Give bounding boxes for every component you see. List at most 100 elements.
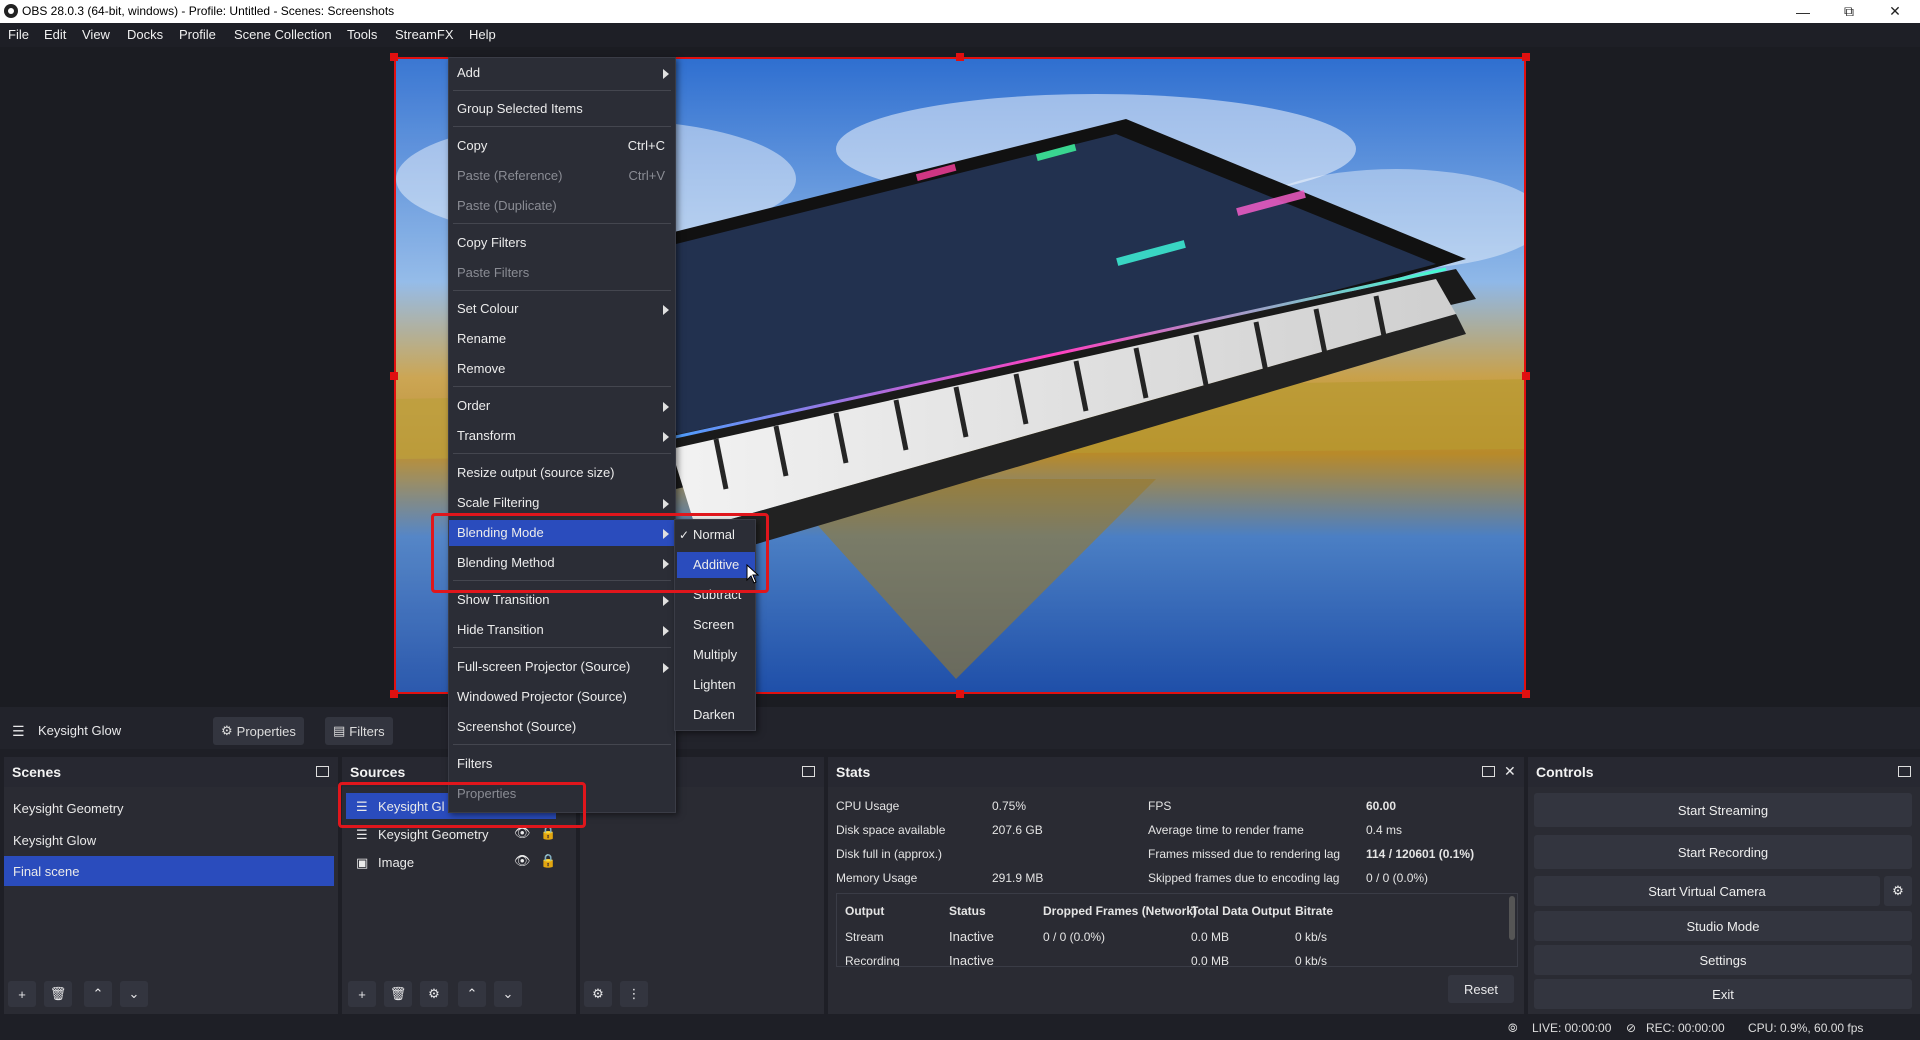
filters-button[interactable]: ▤ Filters xyxy=(325,717,393,745)
image-icon: ▣ xyxy=(356,855,369,870)
blend-option-screen[interactable]: Screen xyxy=(675,612,755,638)
menu-item-add[interactable]: Add xyxy=(449,60,675,86)
stat-value: 207.6 GB xyxy=(992,823,1043,837)
chevron-down-icon: ⌄ xyxy=(502,986,514,1001)
resize-handle[interactable] xyxy=(956,690,964,698)
resize-handle[interactable] xyxy=(1522,372,1530,380)
menu-profile[interactable]: Profile xyxy=(179,27,216,42)
start-recording-button[interactable]: Start Recording xyxy=(1534,835,1912,869)
properties-button[interactable]: ⚙ Properties xyxy=(213,717,304,745)
resize-handle[interactable] xyxy=(956,53,964,61)
table-cell: Inactive xyxy=(949,929,994,944)
settings-button[interactable]: Settings xyxy=(1534,945,1912,975)
start-streaming-button[interactable]: Start Streaming xyxy=(1534,793,1912,827)
menu-item-copy-filters[interactable]: Copy Filters xyxy=(449,230,675,256)
menu-view[interactable]: View xyxy=(82,27,110,42)
stats-title: Stats xyxy=(836,764,871,780)
blend-option-multiply[interactable]: Multiply xyxy=(675,642,755,668)
menu-file[interactable]: File xyxy=(8,27,29,42)
rec-time: REC: 00:00:00 xyxy=(1646,1021,1725,1035)
menu-item-remove[interactable]: Remove xyxy=(449,356,675,382)
menu-item-paste-filters[interactable]: Paste Filters xyxy=(449,260,675,286)
add-scene-button[interactable]: + xyxy=(8,981,36,1007)
menu-separator xyxy=(453,647,671,648)
close-window-button[interactable]: ✕ xyxy=(1872,0,1918,23)
live-time: LIVE: 00:00:00 xyxy=(1532,1021,1612,1035)
source-item[interactable]: ▣ Image 👁 🔒 xyxy=(346,849,556,875)
table-header: Total Data Output xyxy=(1191,904,1291,918)
move-up-button[interactable]: ⌃ xyxy=(458,981,486,1007)
table-cell: Stream xyxy=(845,930,884,944)
menu-item-set-colour[interactable]: Set Colour xyxy=(449,296,675,322)
title-bar: OBS 28.0.3 (64-bit, windows) - Profile: … xyxy=(0,0,1920,23)
menu-item-hide-transition[interactable]: Hide Transition xyxy=(449,617,675,643)
menu-separator xyxy=(453,290,671,291)
mixer-menu-button[interactable]: ⋮ xyxy=(620,981,648,1007)
table-cell: 0 / 0 (0.0%) xyxy=(1043,930,1106,944)
menu-streamfx[interactable]: StreamFX xyxy=(395,27,454,42)
selected-source-name: Keysight Glow xyxy=(38,723,122,738)
virtual-camera-settings-button[interactable]: ⚙ xyxy=(1884,876,1912,906)
remove-scene-button[interactable]: 🗑 xyxy=(44,981,72,1007)
menu-item-transform[interactable]: Transform xyxy=(449,423,675,449)
blend-option-darken[interactable]: Darken xyxy=(675,702,755,728)
resize-handle[interactable] xyxy=(390,372,398,380)
start-virtual-camera-button[interactable]: Start Virtual Camera xyxy=(1534,876,1880,906)
menu-item-order[interactable]: Order xyxy=(449,393,675,419)
move-down-button[interactable]: ⌄ xyxy=(120,981,148,1007)
float-dock-icon[interactable] xyxy=(802,766,815,777)
resize-handle[interactable] xyxy=(390,53,398,61)
studio-mode-button[interactable]: Studio Mode xyxy=(1534,911,1912,941)
menu-bar: File Edit View Docks Profile Scene Colle… xyxy=(0,23,1920,47)
mixer-settings-button[interactable]: ⚙ xyxy=(584,981,612,1007)
menu-item-paste-reference[interactable]: Paste (Reference) Ctrl+V xyxy=(449,163,675,189)
menu-item-paste-duplicate[interactable]: Paste (Duplicate) xyxy=(449,193,675,219)
menu-item-copy[interactable]: Copy Ctrl+C xyxy=(449,133,675,159)
float-dock-icon[interactable] xyxy=(1482,766,1495,777)
menu-item-screenshot[interactable]: Screenshot (Source) xyxy=(449,714,675,740)
scenes-title: Scenes xyxy=(12,764,62,780)
blend-option-lighten[interactable]: Lighten xyxy=(675,672,755,698)
menu-item-group-selected[interactable]: Group Selected Items xyxy=(449,96,675,122)
menu-item-fullscreen-projector[interactable]: Full-screen Projector (Source) xyxy=(449,654,675,680)
minimize-button[interactable]: — xyxy=(1780,0,1826,23)
resize-handle[interactable] xyxy=(1522,690,1530,698)
stat-value: 0 / 0 (0.0%) xyxy=(1366,871,1429,885)
menu-separator xyxy=(453,126,671,127)
menu-tools[interactable]: Tools xyxy=(347,27,377,42)
menu-item-windowed-projector[interactable]: Windowed Projector (Source) xyxy=(449,684,675,710)
menu-docks[interactable]: Docks xyxy=(127,27,163,42)
menu-item-filters[interactable]: Filters xyxy=(449,751,675,777)
menu-item-resize-output[interactable]: Resize output (source size) xyxy=(449,460,675,486)
float-dock-icon[interactable] xyxy=(1898,766,1911,777)
resize-handle[interactable] xyxy=(1522,53,1530,61)
controls-header: Controls xyxy=(1528,757,1920,787)
exit-button[interactable]: Exit xyxy=(1534,979,1912,1009)
chevron-up-icon: ⌃ xyxy=(466,986,478,1001)
close-icon[interactable]: ✕ xyxy=(1504,763,1516,780)
float-dock-icon[interactable] xyxy=(316,766,329,777)
add-source-button[interactable]: + xyxy=(348,981,376,1007)
menu-help[interactable]: Help xyxy=(469,27,496,42)
move-down-button[interactable]: ⌄ xyxy=(494,981,522,1007)
menu-separator xyxy=(453,90,671,91)
eye-icon[interactable]: 👁 xyxy=(514,853,531,869)
scrollbar[interactable] xyxy=(1509,896,1515,940)
scene-item[interactable]: Keysight Glow xyxy=(13,833,96,848)
menu-scene-collection[interactable]: Scene Collection xyxy=(234,27,332,42)
menu-item-rename[interactable]: Rename xyxy=(449,326,675,352)
reset-stats-button[interactable]: Reset xyxy=(1448,975,1514,1003)
resize-handle[interactable] xyxy=(390,690,398,698)
remove-source-button[interactable]: 🗑 xyxy=(384,981,412,1007)
trash-icon: 🗑 xyxy=(49,986,67,1001)
restore-button[interactable]: ⧉ xyxy=(1826,0,1872,23)
submenu-arrow-icon xyxy=(663,432,669,442)
lock-icon[interactable]: 🔒 xyxy=(540,853,556,869)
move-up-button[interactable]: ⌃ xyxy=(84,981,112,1007)
menu-edit[interactable]: Edit xyxy=(44,27,66,42)
plus-icon: + xyxy=(18,986,26,1002)
scene-item-selected[interactable]: Final scene xyxy=(4,856,334,886)
table-header: Output xyxy=(845,904,885,918)
scene-item[interactable]: Keysight Geometry xyxy=(13,801,124,816)
source-properties-button[interactable]: ⚙ xyxy=(420,981,448,1007)
